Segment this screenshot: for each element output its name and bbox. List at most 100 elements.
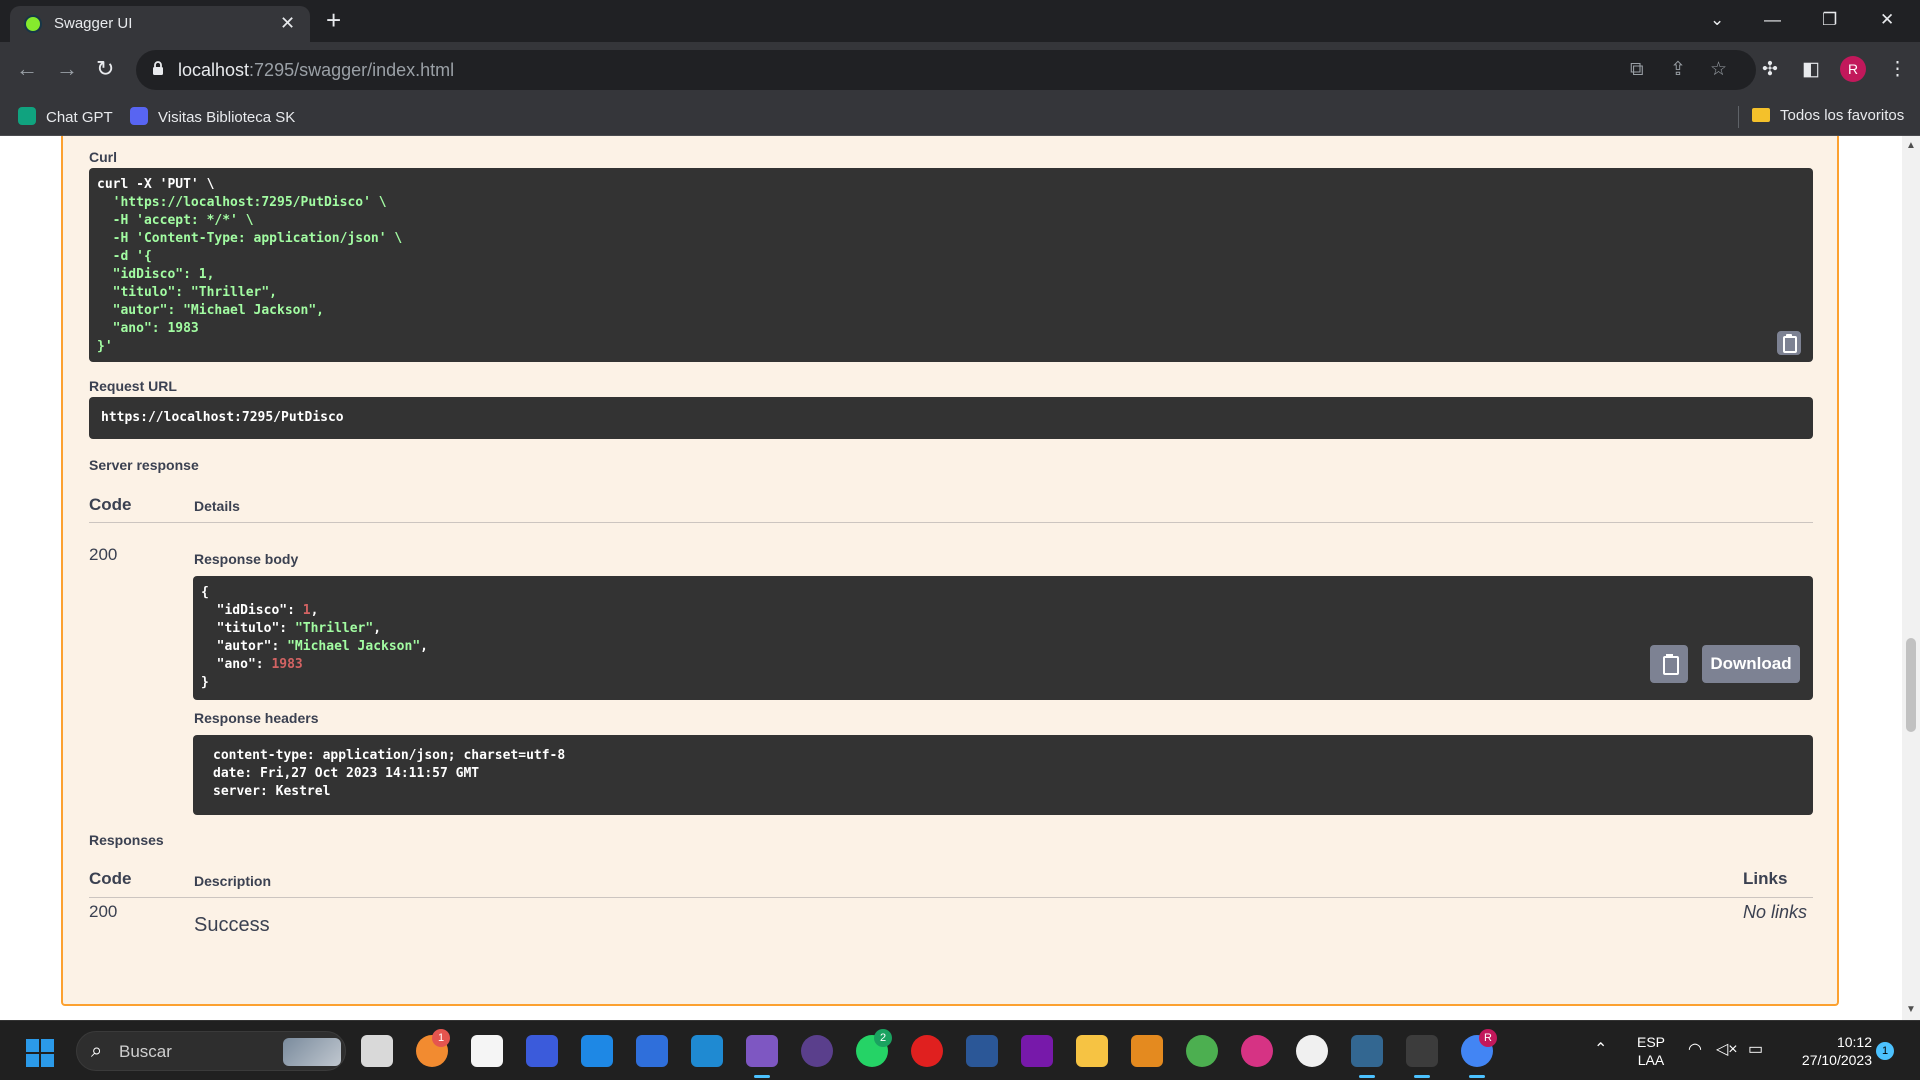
bookmark-visitas[interactable]: Visitas Biblioteca SK xyxy=(130,107,295,126)
side-panel-icon[interactable]: ◧ xyxy=(1802,58,1820,82)
header-line: server: Kestrel xyxy=(213,784,331,799)
curl-line: "titulo": "Thriller", xyxy=(97,285,278,300)
folder-icon xyxy=(1752,108,1770,122)
response-headers-label: Response headers xyxy=(194,710,319,726)
minimize-icon[interactable]: — xyxy=(1764,8,1781,32)
postgresql-icon[interactable] xyxy=(1351,1035,1383,1078)
code-column-header: Code xyxy=(89,495,132,514)
share-icon[interactable]: ⇪ xyxy=(1670,59,1686,81)
json-comma: , xyxy=(310,603,319,618)
app-w-icon[interactable] xyxy=(1241,1035,1273,1067)
battery-icon[interactable]: ▭ xyxy=(1748,1041,1763,1059)
new-tab-button[interactable]: + xyxy=(326,6,341,34)
vscode-icon[interactable] xyxy=(691,1035,723,1067)
response-headers-block: content-type: application/json; charset=… xyxy=(193,735,1813,815)
curl-line: }' xyxy=(97,339,113,354)
profile-avatar[interactable]: R xyxy=(1840,56,1866,82)
curl-line: curl -X 'PUT' \ xyxy=(97,177,215,192)
translate-icon[interactable]: ⧉ xyxy=(1630,59,1644,81)
search-app-icon[interactable] xyxy=(526,1035,558,1067)
description-column-header: Description xyxy=(194,873,272,889)
curl-line: "ano": 1983 xyxy=(97,321,199,336)
json-key: "titulo" xyxy=(201,621,280,636)
json-string-value: "Michael Jackson" xyxy=(287,639,421,654)
notification-badge: 1 xyxy=(432,1029,450,1047)
tab-title: Swagger UI xyxy=(54,15,133,32)
tab-search-chevron-icon[interactable]: ⌄ xyxy=(1710,8,1724,32)
task-view-icon[interactable] xyxy=(361,1035,393,1067)
request-url-label: Request URL xyxy=(89,378,177,394)
bookmark-star-icon[interactable]: ☆ xyxy=(1710,59,1727,81)
opera-icon[interactable] xyxy=(911,1035,943,1067)
terminal-icon[interactable] xyxy=(1406,1035,1438,1078)
link-app-icon[interactable] xyxy=(581,1035,613,1067)
scroll-up-arrow-icon[interactable]: ▲ xyxy=(1906,140,1916,151)
json-key: "ano" xyxy=(201,657,256,672)
sublime-text-icon[interactable] xyxy=(1131,1035,1163,1067)
bookmarks-bar: Chat GPT Visitas Biblioteca SK Todos los… xyxy=(0,98,1920,136)
page-scrollbar[interactable]: ▲ ▼ xyxy=(1902,136,1920,1020)
clock[interactable]: 10:12 27/10/2023 xyxy=(1782,1033,1872,1069)
response-body-block: { "idDisco": 1, "titulo": "Thriller", "a… xyxy=(193,576,1813,700)
microsoft-store-icon[interactable] xyxy=(471,1035,503,1067)
visual-studio-icon[interactable] xyxy=(746,1035,778,1078)
reload-icon[interactable]: ↻ xyxy=(96,56,114,82)
speaker-muted-icon[interactable]: ◁× xyxy=(1716,1041,1738,1059)
app-circle-icon[interactable] xyxy=(1296,1035,1328,1067)
word-icon[interactable] xyxy=(966,1035,998,1067)
back-icon[interactable]: ← xyxy=(16,56,38,82)
language-indicator[interactable]: ESP LAA xyxy=(1636,1033,1666,1069)
curl-line: -d '{ xyxy=(97,249,152,264)
details-column-header: Details xyxy=(194,498,240,514)
curl-line: -H 'Content-Type: application/json' \ xyxy=(97,231,403,246)
phone-link-icon[interactable] xyxy=(636,1035,668,1067)
chrome-icon[interactable] xyxy=(1186,1035,1218,1067)
put-operation-block: Curl curl -X 'PUT' \ 'https://localhost:… xyxy=(61,136,1839,1006)
clock-time: 10:12 xyxy=(1836,1034,1872,1050)
divider xyxy=(89,522,1813,523)
menu-kebab-icon[interactable]: ⋮ xyxy=(1888,58,1907,82)
forward-icon[interactable]: → xyxy=(56,56,78,82)
scroll-down-arrow-icon[interactable]: ▼ xyxy=(1906,1004,1916,1015)
notification-center-badge[interactable]: 1 xyxy=(1876,1042,1894,1060)
restore-icon[interactable]: ❐ xyxy=(1822,8,1837,32)
browser-tab[interactable]: Swagger UI ✕ xyxy=(10,6,310,42)
lock-icon xyxy=(153,61,163,75)
json-comma: , xyxy=(420,639,428,654)
chatgpt-icon xyxy=(18,107,36,125)
windows-start-icon[interactable] xyxy=(26,1039,54,1067)
bookmark-chatgpt[interactable]: Chat GPT xyxy=(18,107,113,126)
show-hidden-icons-icon[interactable]: ⌃ xyxy=(1594,1041,1607,1059)
json-key: "idDisco" xyxy=(201,603,288,618)
json-close-brace: } xyxy=(201,675,209,690)
copy-response-icon[interactable] xyxy=(1650,645,1688,683)
response-description: Success xyxy=(194,914,270,936)
url-path: :7295/swagger/index.html xyxy=(249,60,455,80)
all-bookmarks-folder[interactable]: Todos los favoritos xyxy=(1752,107,1904,124)
onenote-icon[interactable] xyxy=(1021,1035,1053,1067)
copy-curl-icon[interactable] xyxy=(1777,331,1801,355)
browser-toolbar: ← → ↻ localhost:7295/swagger/index.html … xyxy=(0,42,1920,98)
code-column-header: Code xyxy=(89,869,132,888)
search-highlight-image xyxy=(283,1038,341,1066)
page-viewport: Curl curl -X 'PUT' \ 'https://localhost:… xyxy=(0,136,1902,1020)
tab-close-icon[interactable]: ✕ xyxy=(280,12,295,34)
notification-badge: 2 xyxy=(874,1029,892,1047)
taskbar-search[interactable]: ⌕ Buscar xyxy=(76,1031,346,1071)
bookmarks-divider xyxy=(1738,106,1739,128)
response-status-code: 200 xyxy=(89,545,118,564)
download-button[interactable]: Download xyxy=(1702,645,1800,683)
close-window-icon[interactable]: ✕ xyxy=(1880,8,1894,32)
media-player-icon[interactable] xyxy=(801,1035,833,1067)
json-field: "idDisco": 1, xyxy=(201,603,319,618)
address-bar[interactable]: localhost:7295/swagger/index.html ⧉ ⇪ ☆ xyxy=(136,50,1756,90)
scroll-thumb[interactable] xyxy=(1906,638,1916,732)
wifi-icon[interactable]: ◠ xyxy=(1688,1041,1702,1059)
file-explorer-icon[interactable] xyxy=(1076,1035,1108,1067)
response-body-label: Response body xyxy=(194,551,299,567)
language-code: ESP xyxy=(1636,1034,1665,1050)
search-icon: ⌕ xyxy=(91,1040,103,1062)
discord-icon xyxy=(130,107,148,125)
extensions-icon[interactable]: ✣ xyxy=(1762,58,1778,82)
json-number-value: 1983 xyxy=(271,657,303,672)
